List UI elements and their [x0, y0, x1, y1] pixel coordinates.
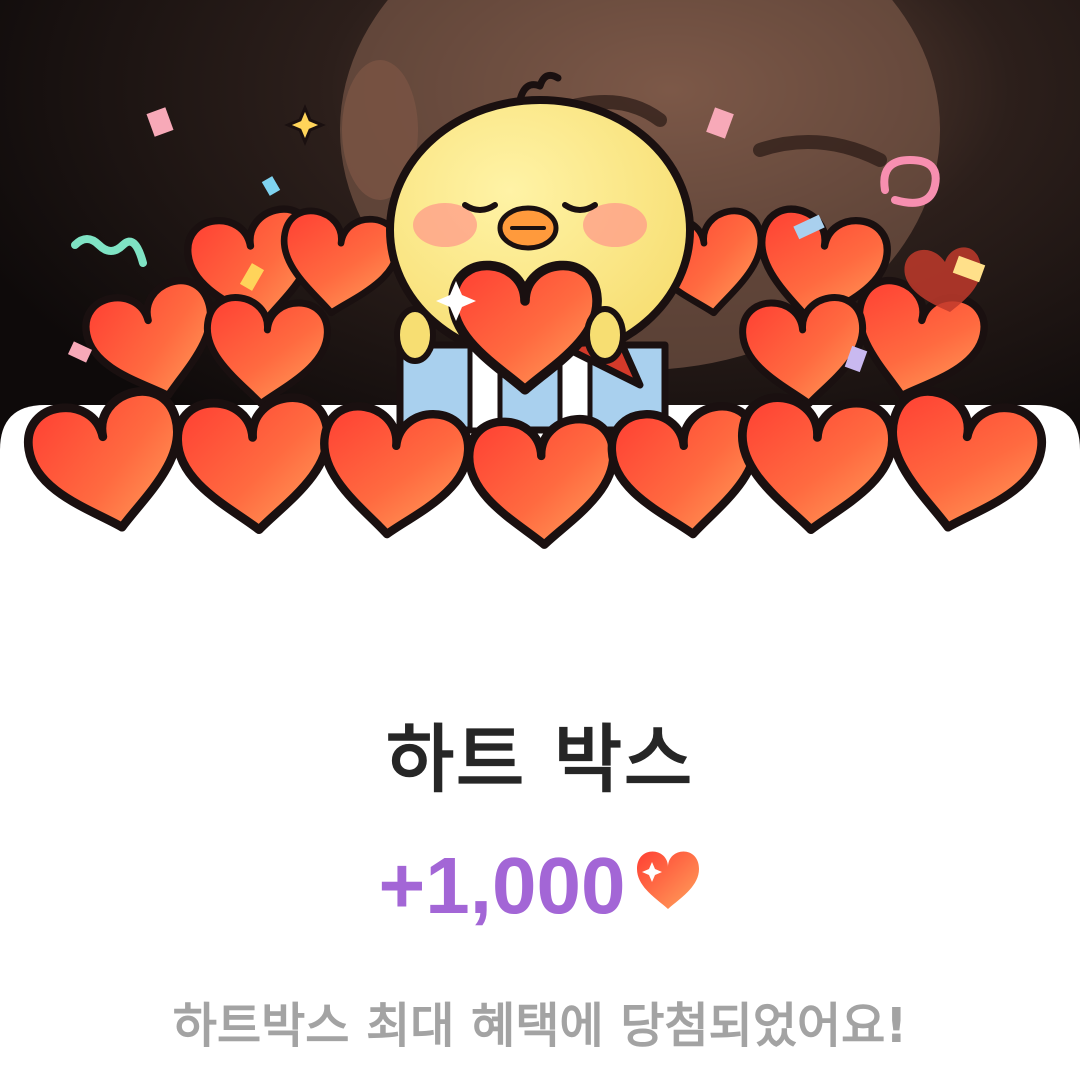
win-message: 하트박스 최대 혜택에 당첨되었어요! [172, 998, 908, 1054]
reward-amount: +1,000 [378, 841, 626, 930]
heart-icon [635, 849, 701, 911]
hero-illustration [0, 0, 1080, 600]
reward-row: +1,000 [0, 840, 1080, 932]
popup-title: 하트 박스 [385, 717, 695, 803]
